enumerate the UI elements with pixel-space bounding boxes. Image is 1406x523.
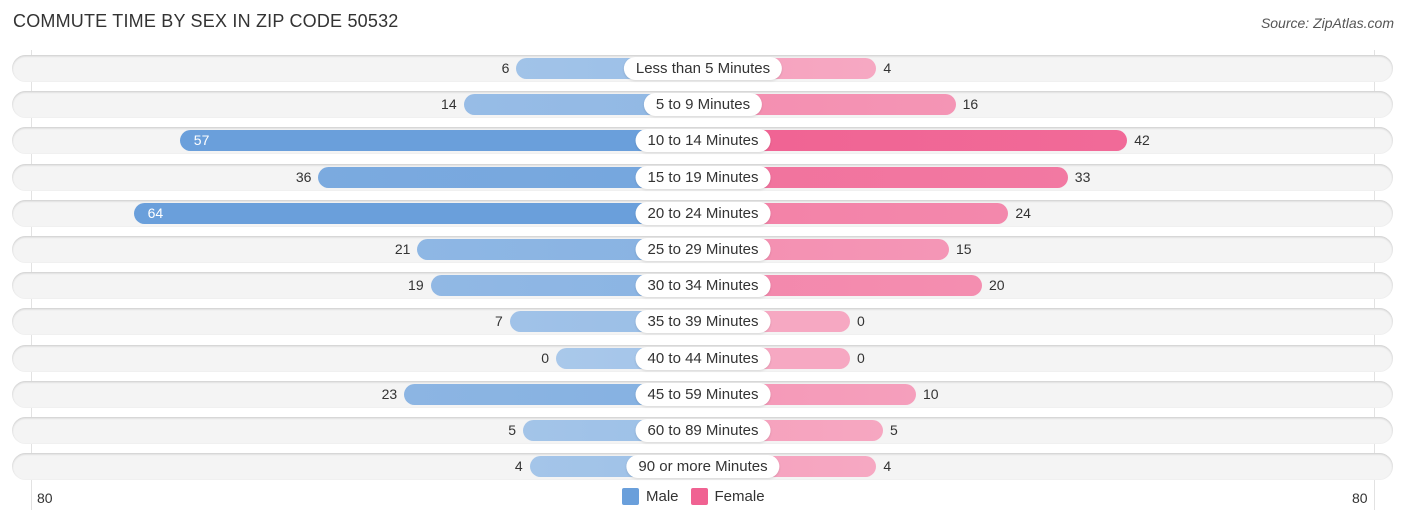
category-label: 25 to 29 Minutes xyxy=(635,238,771,261)
value-label-male: 21 xyxy=(394,241,411,257)
category-label: 5 to 9 Minutes xyxy=(643,93,763,117)
value-label-female: 0 xyxy=(857,313,865,330)
axis-label-left: 80 xyxy=(37,490,53,506)
category-label: Less than 5 Minutes xyxy=(623,57,783,80)
value-label-female: 0 xyxy=(857,349,865,366)
value-label-female: 10 xyxy=(923,385,939,402)
value-label-female: 20 xyxy=(989,277,1005,294)
category-label: 90 or more Minutes xyxy=(626,455,780,479)
category-label: 40 to 44 Minutes xyxy=(635,346,771,370)
value-label-female: 4 xyxy=(883,60,892,76)
category-label: 20 to 24 Minutes xyxy=(635,201,771,225)
category-label: 45 to 59 Minutes xyxy=(635,382,771,406)
value-label-male: 64 xyxy=(147,204,164,221)
value-label-female: 15 xyxy=(956,241,972,257)
value-label-male: 6 xyxy=(501,60,510,76)
legend-swatch-female xyxy=(690,488,708,505)
value-label-male: 4 xyxy=(514,458,523,475)
legend: Male Female xyxy=(622,488,777,505)
value-label-male: 14 xyxy=(441,96,457,113)
value-label-male: 57 xyxy=(193,132,210,149)
category-label: 10 to 14 Minutes xyxy=(635,129,771,153)
bar-male xyxy=(179,130,703,152)
legend-item-female: Female xyxy=(690,488,765,505)
legend-label-female: Female xyxy=(714,488,765,505)
bar-male xyxy=(133,202,703,224)
value-label-female: 16 xyxy=(962,96,979,113)
value-label-female: 24 xyxy=(1015,204,1031,221)
legend-swatch-male xyxy=(622,488,639,505)
value-label-female: 5 xyxy=(890,422,898,438)
value-label-female: 42 xyxy=(1134,132,1150,149)
value-label-male: 23 xyxy=(381,385,398,402)
category-label: 35 to 39 Minutes xyxy=(635,310,771,334)
value-label-female: 4 xyxy=(883,458,892,475)
value-label-male: 19 xyxy=(408,277,424,294)
chart-rows: 6 4 Less than 5 Minutes 14 16 5 to 9 Minutes 5… xyxy=(0,0,1406,523)
axis-label-right: 80 xyxy=(1352,490,1368,506)
legend-item-male: Male xyxy=(622,488,679,505)
category-label: 15 to 19 Minutes xyxy=(635,165,771,189)
value-label-male: 0 xyxy=(541,349,549,366)
category-label: 60 to 89 Minutes xyxy=(635,419,771,442)
category-label: 30 to 34 Minutes xyxy=(635,274,771,298)
legend-label-male: Male xyxy=(646,488,679,505)
value-label-male: 7 xyxy=(495,313,503,330)
value-label-male: 5 xyxy=(508,422,516,438)
value-label-female: 33 xyxy=(1074,168,1091,185)
value-label-male: 36 xyxy=(295,168,312,185)
